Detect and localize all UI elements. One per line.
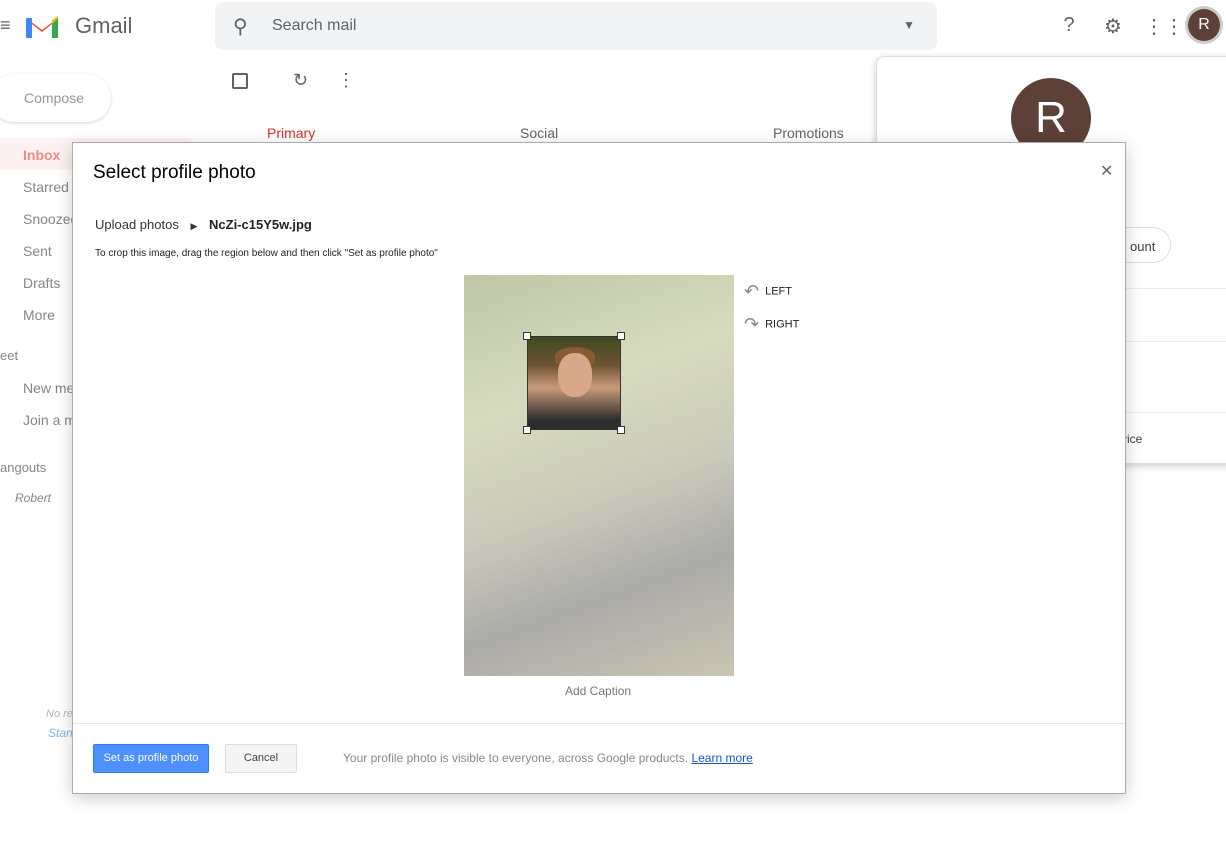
compose-button[interactable]: Compose [0, 74, 111, 122]
crop-handle-top-left[interactable] [523, 332, 531, 340]
rotate-left-button[interactable]: ↶ LEFT [744, 281, 792, 302]
visibility-note: Your profile photo is visible to everyon… [343, 751, 753, 765]
manage-account-label: ount [1130, 239, 1156, 254]
gmail-logo-icon [26, 16, 58, 38]
tab-promotions[interactable]: Promotions [773, 125, 844, 141]
photo-face [558, 353, 592, 397]
breadcrumb: Upload photos ▶ NcZi-c15Y5w.jpg [95, 217, 312, 232]
search-input[interactable]: Search mail [272, 17, 356, 35]
refresh-icon[interactable]: ↻ [293, 70, 308, 91]
crop-region[interactable] [527, 336, 621, 430]
sidebar-item-snoozed[interactable]: Snoozed [23, 211, 78, 227]
no-recent-chats: No re [46, 708, 73, 720]
main-menu-icon[interactable]: ≡ [0, 15, 11, 36]
rotate-right-label: RIGHT [765, 318, 800, 331]
meet-new-meeting[interactable]: New me [23, 380, 74, 396]
rotate-right-button[interactable]: ↷ RIGHT [744, 314, 799, 335]
meet-heading: eet [0, 348, 19, 363]
rotate-left-label: LEFT [765, 285, 792, 298]
start-chat-link[interactable]: Stan [48, 726, 73, 740]
mail-toolbar: ↻ ⋮ [215, 56, 875, 106]
hangouts-heading: angouts [0, 460, 47, 475]
top-bar: ≡ Gmail ⚲ Search mail ▼ ? ⚙ ⋮⋮ R [0, 0, 1226, 56]
app-name: Gmail [75, 13, 133, 38]
crop-handle-bottom-left[interactable] [523, 426, 531, 434]
select-all-checkbox[interactable] [232, 73, 248, 89]
sidebar-item-starred[interactable]: Starred [23, 179, 69, 195]
add-caption[interactable]: Add Caption [565, 684, 631, 698]
compose-label: Compose [24, 90, 84, 106]
crop-handle-top-right[interactable] [617, 332, 625, 340]
sidebar-item-drafts[interactable]: Drafts [23, 275, 60, 291]
rotate-right-icon: ↷ [744, 314, 760, 334]
more-options-icon[interactable]: ⋮ [337, 70, 355, 91]
account-avatar[interactable]: R [1188, 9, 1220, 41]
rotate-left-icon: ↶ [744, 281, 760, 301]
set-as-profile-photo-button[interactable]: Set as profile photo [93, 744, 209, 773]
breadcrumb-arrow-icon: ▶ [190, 221, 198, 231]
select-profile-photo-dialog: Select profile photo ✕ Upload photos ▶ N… [72, 142, 1126, 794]
crop-handle-bottom-right[interactable] [617, 426, 625, 434]
crop-instructions: To crop this image, drag the region belo… [95, 248, 438, 259]
meet-join[interactable]: Join a m [23, 412, 76, 428]
search-bar[interactable]: ⚲ Search mail ▼ [215, 2, 937, 50]
tab-primary[interactable]: Primary [267, 125, 315, 141]
breadcrumb-upload-photos[interactable]: Upload photos [95, 217, 179, 232]
help-icon[interactable]: ? [1056, 14, 1082, 37]
close-icon[interactable]: ✕ [1100, 161, 1113, 181]
tab-social[interactable]: Social [520, 125, 558, 141]
sidebar-item-inbox[interactable]: Inbox [23, 147, 60, 163]
search-icon[interactable]: ⚲ [233, 14, 248, 39]
sidebar-item-sent[interactable]: Sent [23, 243, 52, 259]
dialog-title: Select profile photo [93, 162, 256, 183]
breadcrumb-filename: NcZi-c15Y5w.jpg [209, 217, 312, 232]
search-options-icon[interactable]: ▼ [903, 18, 915, 32]
apps-grid-icon[interactable]: ⋮⋮ [1144, 14, 1184, 39]
visibility-note-text: Your profile photo is visible to everyon… [343, 751, 689, 765]
learn-more-link[interactable]: Learn more [691, 751, 752, 765]
settings-gear-icon[interactable]: ⚙ [1100, 14, 1126, 39]
sidebar-item-more[interactable]: More [23, 307, 55, 323]
cancel-button[interactable]: Cancel [225, 744, 297, 773]
hangouts-user[interactable]: Robert [15, 491, 51, 505]
photo-crop-area[interactable] [464, 275, 734, 676]
